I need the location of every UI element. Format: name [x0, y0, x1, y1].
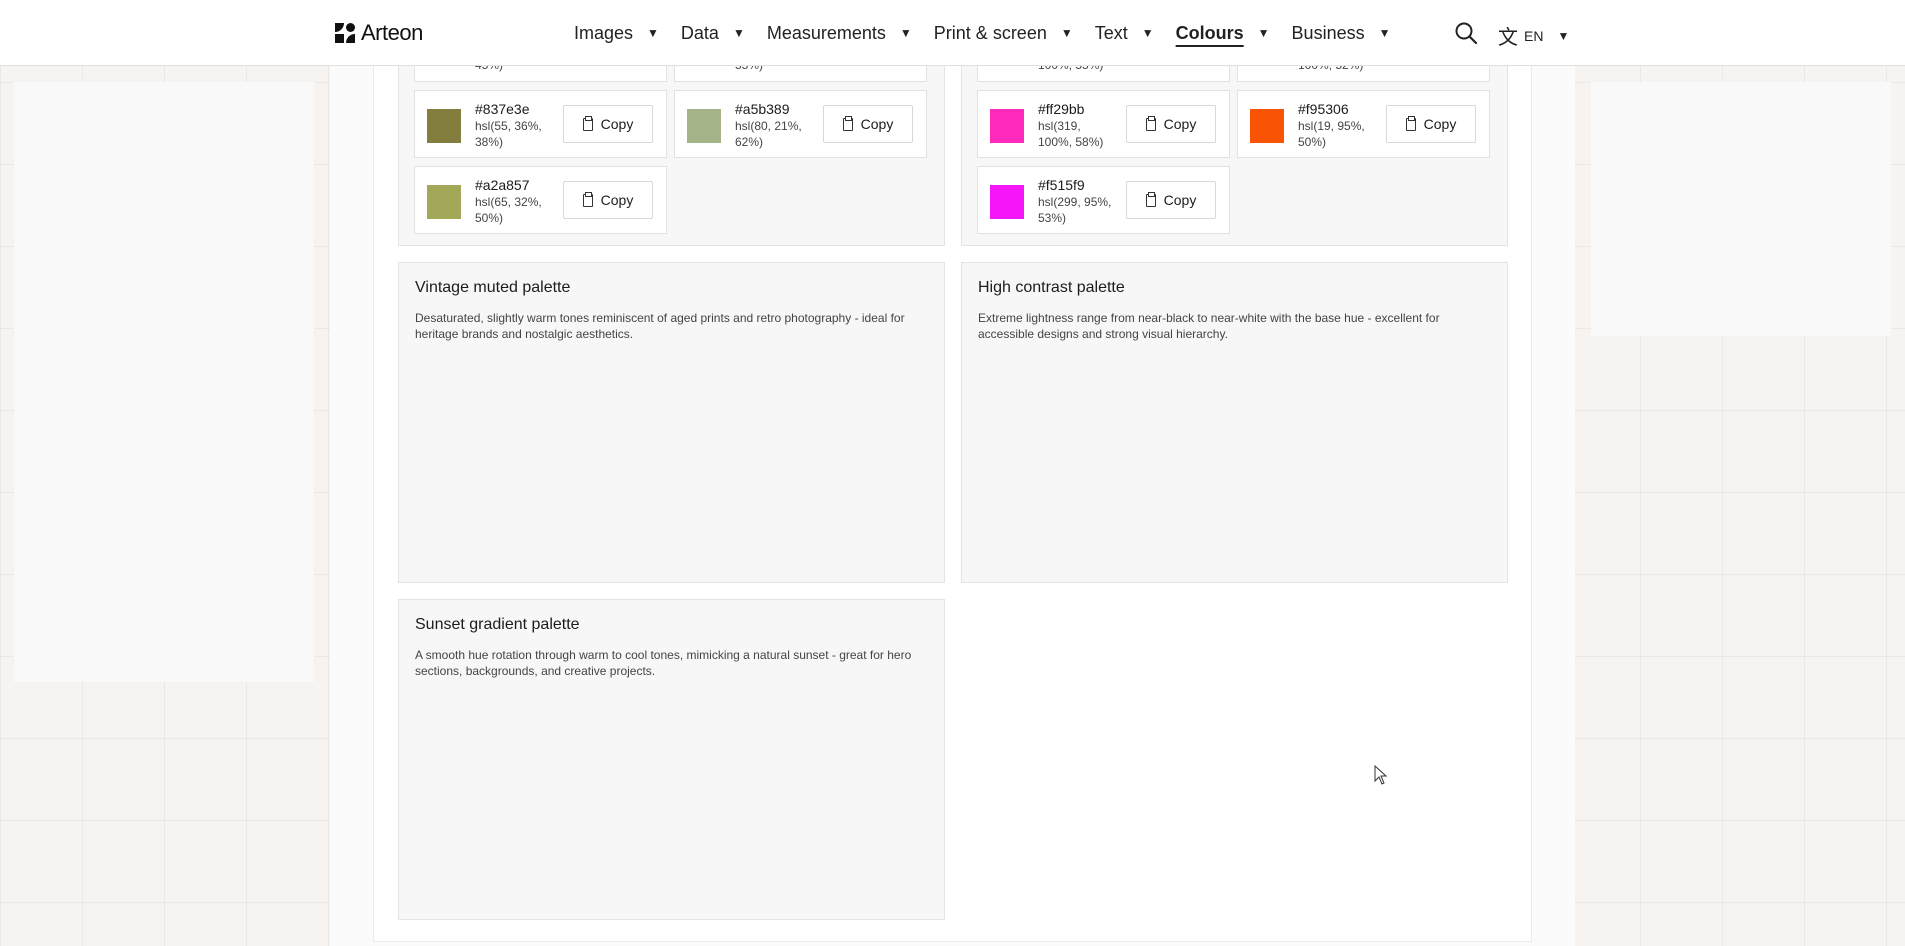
color-chip: #a2a857 hsl(65, 32%, 50%) Copy	[414, 166, 667, 234]
palette-panel-high-contrast: High contrast palette Extreme lightness …	[961, 262, 1508, 583]
nav-images-label: Images	[574, 22, 634, 43]
palette-panel-vintage: Vintage muted palette Desaturated, sligh…	[398, 262, 945, 583]
nav-text-label: Text	[1094, 22, 1128, 43]
copy-button[interactable]: Copy	[563, 105, 653, 143]
right-ad-placeholder	[1591, 82, 1891, 336]
palette-panel-sunset: Sunset gradient palette A smooth hue rot…	[398, 599, 945, 920]
copy-label: Copy	[1163, 116, 1197, 132]
top-navigation-bar: Arteon Images ▼ Data ▼ Measurements ▼ Print…	[0, 0, 1905, 66]
hsl-value: hsl(19, 95%, 50%)	[1298, 119, 1365, 149]
copy-button[interactable]: Copy	[1386, 105, 1476, 143]
nav-business[interactable]: Business ▼	[1292, 23, 1391, 44]
copy-button[interactable]: Copy	[1126, 105, 1216, 143]
panel-title: High contrast palette	[978, 279, 1125, 296]
clipboard-icon	[582, 115, 593, 131]
hsl-value: hsl(65, 32%, 50%)	[475, 195, 542, 225]
chevron-down-icon: ▼	[732, 26, 745, 40]
copy-button[interactable]: Copy	[823, 105, 913, 143]
hex-value: #f95306	[1298, 101, 1349, 117]
copy-button[interactable]: Copy	[1126, 181, 1216, 219]
nav-colours[interactable]: Colours ▼	[1176, 23, 1270, 44]
left-ad-placeholder	[14, 82, 314, 682]
chevron-down-icon: ▼	[1557, 28, 1570, 43]
language-selector[interactable]: 文 EN ▼	[1498, 21, 1569, 50]
hex-value: #f515f9	[1038, 177, 1085, 193]
hex-value: #ff29bb	[1038, 101, 1085, 117]
search-icon[interactable]	[1454, 21, 1478, 45]
hsl-value: hsl(55, 36%, 38%)	[475, 119, 542, 149]
clipboard-icon	[1405, 115, 1416, 131]
logo-text: Arteon	[361, 20, 423, 45]
hsl-value: hsl(80, 21%, 62%)	[735, 119, 802, 149]
nav-colours-label: Colours	[1175, 22, 1244, 43]
clipboard-icon	[1145, 115, 1156, 131]
hex-value: #a2a857	[475, 177, 530, 193]
clipboard-icon	[842, 115, 853, 131]
copy-label: Copy	[1163, 192, 1197, 208]
copy-button[interactable]: Copy	[563, 181, 653, 219]
color-swatch	[427, 109, 461, 143]
copy-label: Copy	[600, 116, 634, 132]
copy-label: Copy	[860, 116, 894, 132]
chevron-down-icon: ▼	[647, 26, 659, 40]
color-swatch	[990, 109, 1024, 143]
hex-value: #a5b389	[735, 101, 790, 117]
nav-text[interactable]: Text ▼	[1095, 23, 1154, 44]
chevron-down-icon: ▼	[1257, 26, 1270, 40]
chevron-down-icon: ▼	[1141, 26, 1154, 40]
nav-business-label: Business	[1291, 22, 1365, 43]
color-chip: #837e3e hsl(55, 36%, 38%) Copy	[414, 90, 667, 158]
color-chip: #ff29bb hsl(319, 100%, 58%) Copy	[977, 90, 1230, 158]
clipboard-icon	[1145, 191, 1156, 207]
panel-description: A smooth hue rotation through warm to co…	[415, 648, 912, 678]
mouse-cursor-icon	[1374, 764, 1388, 785]
color-chip: #f515f9 hsl(299, 95%, 53%) Copy	[977, 166, 1230, 234]
hex-value: #837e3e	[475, 101, 530, 117]
color-swatch	[990, 185, 1024, 219]
hsl-value: hsl(299, 95%, 53%)	[1038, 195, 1112, 225]
nav-measurements[interactable]: Measurements ▼	[767, 23, 912, 44]
panel-title: Sunset gradient palette	[415, 616, 580, 633]
main-nav: Images ▼ Data ▼ Measurements ▼ Print & scre…	[574, 0, 1412, 66]
nav-data-label: Data	[680, 22, 719, 43]
translate-icon: 文	[1498, 27, 1518, 49]
panel-description: Extreme lightness range from near-black …	[978, 311, 1440, 341]
nav-print-screen-label: Print & screen	[933, 22, 1047, 43]
chevron-down-icon: ▼	[1378, 26, 1391, 40]
chevron-down-icon: ▼	[1060, 26, 1073, 40]
nav-print-screen[interactable]: Print & screen ▼	[934, 23, 1073, 44]
logo-mark-icon	[335, 23, 355, 43]
color-swatch	[687, 109, 721, 143]
hsl-value: hsl(319, 100%, 58%)	[1038, 119, 1104, 149]
clipboard-icon	[582, 191, 593, 207]
color-swatch	[1250, 109, 1284, 143]
site-logo[interactable]: Arteon	[335, 20, 423, 46]
panel-description: Desaturated, slightly warm tones reminis…	[415, 311, 905, 341]
copy-label: Copy	[600, 192, 634, 208]
language-code: EN	[1524, 27, 1544, 44]
copy-label: Copy	[1423, 116, 1457, 132]
chevron-down-icon: ▼	[899, 26, 912, 40]
nav-measurements-label: Measurements	[766, 22, 886, 43]
color-swatch	[427, 185, 461, 219]
color-chip: #f95306 hsl(19, 95%, 50%) Copy	[1237, 90, 1490, 158]
nav-images[interactable]: Images ▼	[574, 23, 659, 44]
color-chip: #a5b389 hsl(80, 21%, 62%) Copy	[674, 90, 927, 158]
panel-title: Vintage muted palette	[415, 279, 571, 296]
nav-data[interactable]: Data ▼	[681, 23, 745, 44]
